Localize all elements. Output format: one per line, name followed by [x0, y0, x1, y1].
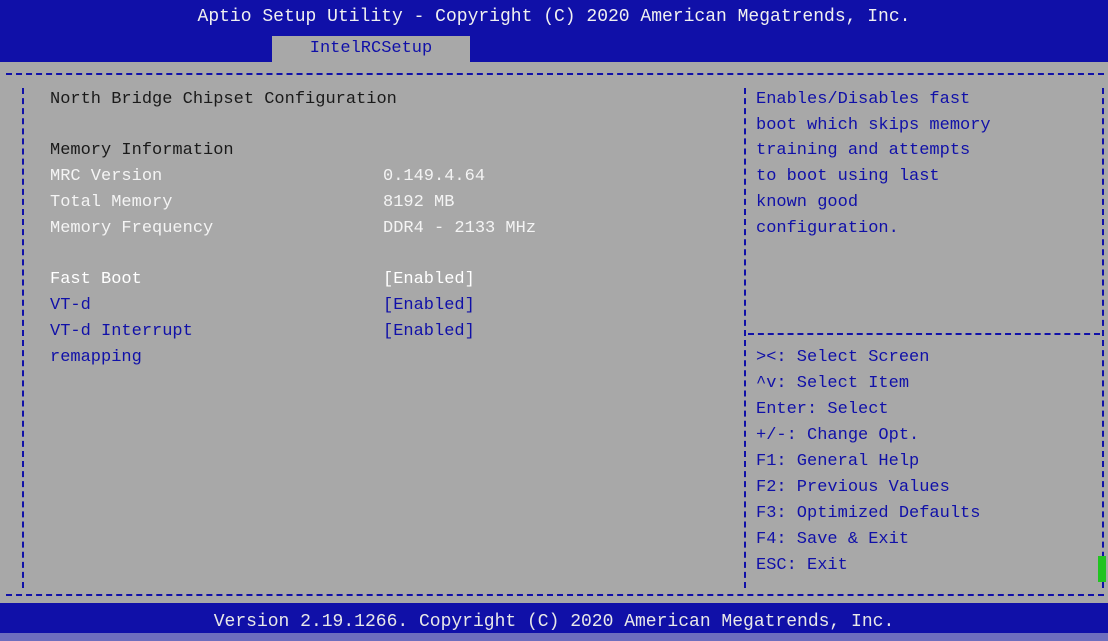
header-title: Aptio Setup Utility - Copyright (C) 2020… — [197, 7, 911, 27]
left-border — [22, 88, 24, 588]
bottom-border — [6, 594, 1104, 596]
vt-d-option[interactable]: VT-d — [50, 293, 91, 319]
help-separator — [748, 333, 1100, 335]
key-hint: +/-: Change Opt. — [756, 426, 920, 445]
divider-border — [744, 88, 746, 588]
mrc-version-label: MRC Version — [50, 167, 163, 186]
help-line: known good — [756, 193, 859, 212]
bottom-strip — [0, 633, 1108, 641]
header-bar: Aptio Setup Utility - Copyright (C) 2020… — [0, 0, 1108, 62]
help-line: to boot using last — [756, 167, 940, 186]
memory-frequency-label: Memory Frequency — [50, 219, 214, 238]
memory-frequency-value: DDR4 - 2133 MHz — [383, 219, 537, 238]
key-hint: ><: Select Screen — [756, 348, 930, 367]
tab-intelrcsetup[interactable]: IntelRCSetup — [272, 36, 470, 62]
vt-d-value[interactable]: [Enabled] — [383, 293, 475, 319]
section-heading-memory-information: Memory Information — [50, 141, 234, 160]
key-hint: ESC: Exit — [756, 556, 848, 575]
page-title: North Bridge Chipset Configuration — [50, 90, 397, 109]
bios-screen: Aptio Setup Utility - Copyright (C) 2020… — [0, 0, 1108, 641]
total-memory-value: 8192 MB — [383, 193, 455, 212]
key-hint: F1: General Help — [756, 452, 920, 471]
text-cursor — [1098, 556, 1106, 582]
fast-boot-value[interactable]: [Enabled] — [383, 267, 475, 293]
total-memory-label: Total Memory — [50, 193, 173, 212]
help-line: configuration. — [756, 219, 899, 238]
vt-d-interrupt-option[interactable]: VT-d Interrupt — [50, 319, 193, 345]
help-line: Enables/Disables fast — [756, 90, 971, 109]
key-hint: ^v: Select Item — [756, 374, 910, 393]
vt-d-interrupt-option-line2[interactable]: remapping — [50, 345, 142, 371]
top-border — [6, 73, 1104, 75]
fast-boot-option[interactable]: Fast Boot — [50, 267, 142, 293]
mrc-version-value: 0.149.4.64 — [383, 167, 486, 186]
version-text: Version 2.19.1266. Copyright (C) 2020 Am… — [213, 612, 895, 632]
key-hint: F2: Previous Values — [756, 478, 950, 497]
help-line: boot which skips memory — [756, 116, 991, 135]
key-hint: F4: Save & Exit — [756, 530, 910, 549]
key-hint: F3: Optimized Defaults — [756, 504, 981, 523]
vt-d-interrupt-value[interactable]: [Enabled] — [383, 319, 475, 345]
key-hint: Enter: Select — [756, 400, 889, 419]
right-border — [1102, 88, 1104, 588]
help-line: training and attempts — [756, 141, 971, 160]
